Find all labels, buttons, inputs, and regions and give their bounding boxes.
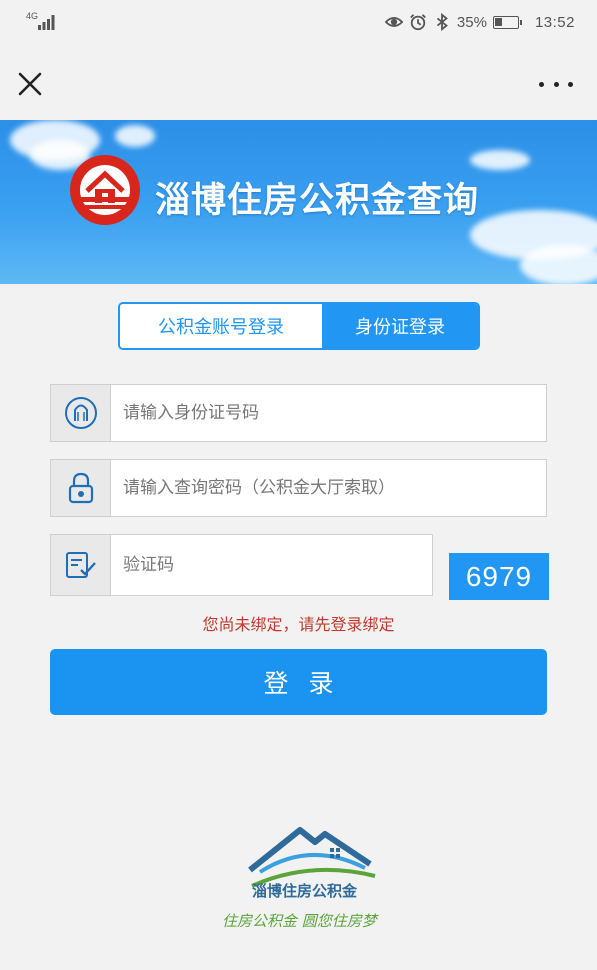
signal-icon — [38, 15, 55, 30]
alarm-icon — [410, 14, 426, 31]
id-number-field — [50, 384, 547, 442]
clock-time: 13:52 — [534, 13, 575, 31]
battery-percent: 35% — [456, 13, 487, 31]
password-field — [50, 459, 547, 517]
close-icon[interactable] — [16, 70, 44, 98]
captcha-input[interactable] — [111, 535, 432, 595]
footer-brand: 淄博住房公积金 — [252, 882, 358, 900]
edit-check-icon-box — [51, 535, 111, 595]
person-icon-box — [51, 385, 111, 441]
nav-bar — [0, 44, 597, 120]
more-icon[interactable] — [539, 74, 573, 94]
bluetooth-icon — [436, 13, 448, 31]
lock-icon-box — [51, 460, 111, 516]
footer-slogan: 住房公积金 圆您住房梦 — [222, 912, 377, 930]
banner: 淄博住房公积金查询 — [0, 120, 597, 284]
captcha-image[interactable]: 6979 — [449, 553, 549, 600]
network-type: 4G — [26, 11, 39, 21]
person-icon — [64, 397, 97, 429]
login-button[interactable]: 登录 — [50, 649, 547, 715]
status-right: 35% 13:52 — [384, 12, 575, 32]
login-tabs: 公积金账号登录 身份证登录 — [118, 302, 480, 350]
id-number-input[interactable] — [111, 385, 546, 441]
password-input[interactable] — [111, 460, 546, 516]
eye-icon — [384, 17, 403, 27]
tab-account-login[interactable]: 公积金账号登录 — [120, 304, 322, 348]
lock-icon — [68, 472, 93, 504]
house-emblem-icon — [70, 155, 140, 225]
edit-check-icon — [65, 552, 96, 578]
banner-title: 淄博住房公积金查询 — [155, 181, 480, 221]
captcha-field — [50, 534, 433, 596]
tab-id-card-login[interactable]: 身份证登录 — [322, 304, 478, 348]
status-bar: 4G 35% 13:52 — [0, 0, 597, 44]
battery-icon — [492, 15, 522, 29]
error-message: 您尚未绑定，请先登录绑定 — [202, 615, 395, 634]
